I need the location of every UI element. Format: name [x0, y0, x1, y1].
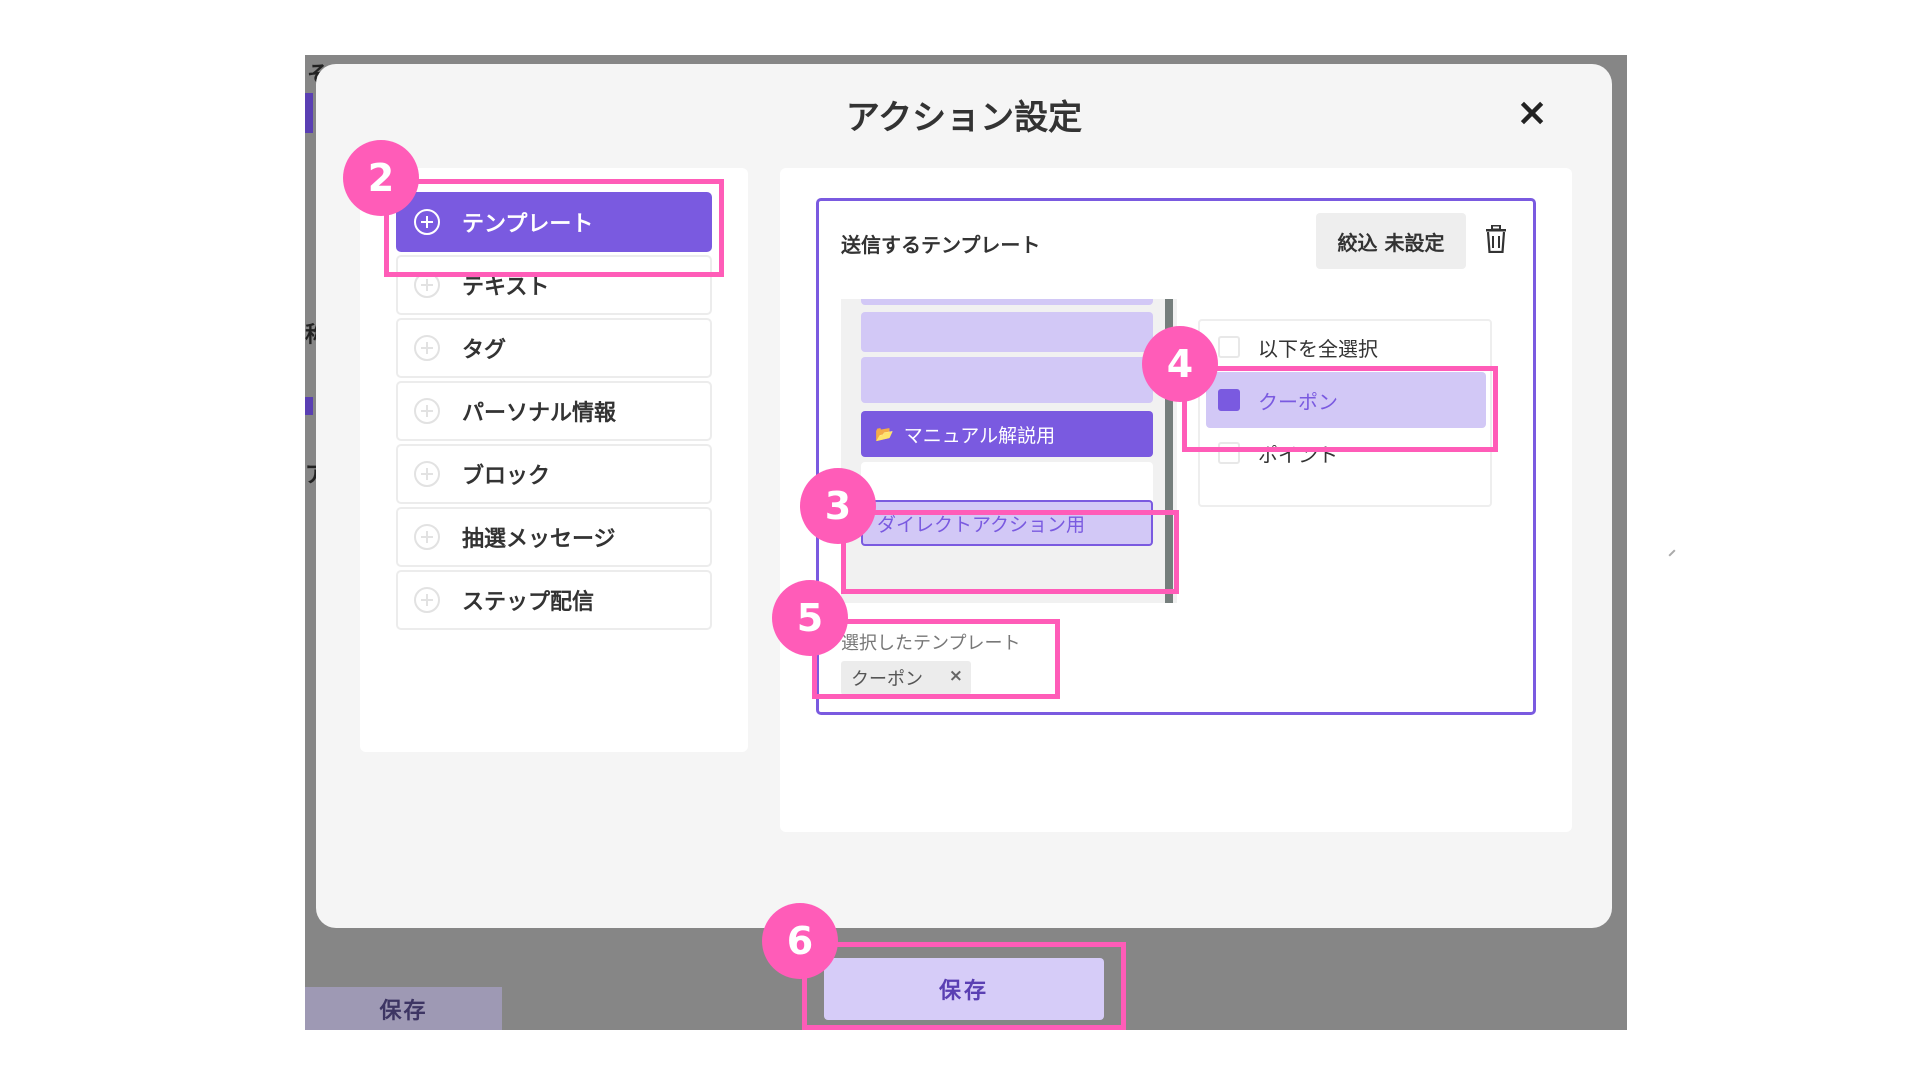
action-type-tag[interactable]: タグ — [396, 318, 712, 378]
action-type-template[interactable]: テンプレート — [396, 192, 712, 252]
template-settings-panel: 送信するテンプレート 絞込 未設定 📂 マニュアル解説用 ダイレクトアクション用… — [780, 168, 1572, 832]
template-option-point[interactable]: ポイント — [1206, 425, 1486, 481]
checkbox[interactable] — [1218, 442, 1240, 464]
plus-circle-icon — [414, 587, 440, 613]
folder-open-icon: 📂 — [875, 425, 894, 443]
template-option-column: 以下を全選択 クーポン ポイント — [1178, 299, 1514, 603]
save-button[interactable]: 保存 — [824, 958, 1104, 1020]
selected-template-chip: クーポン × — [841, 661, 971, 695]
checkbox[interactable] — [1218, 336, 1240, 358]
template-section-title: 送信するテンプレート — [841, 233, 1041, 257]
template-option-list: 以下を全選択 クーポン ポイント — [1198, 319, 1492, 507]
folder-item-label: ダイレクトアクション用 — [877, 513, 1086, 536]
checkbox[interactable] — [1218, 389, 1240, 411]
plus-circle-icon — [414, 272, 440, 298]
template-selector: 送信するテンプレート 絞込 未設定 📂 マニュアル解説用 ダイレクトアクション用… — [816, 198, 1536, 715]
folder-item[interactable] — [861, 357, 1153, 403]
plus-circle-icon — [414, 524, 440, 550]
background-fragment — [305, 93, 313, 133]
trash-icon[interactable] — [1484, 225, 1508, 253]
background-save-button: 保存 — [305, 987, 502, 1030]
filter-button[interactable]: 絞込 未設定 — [1316, 213, 1466, 269]
step-badge: 6 — [762, 903, 838, 979]
chip-label: クーポン — [851, 669, 923, 690]
action-type-lottery-message[interactable]: 抽選メッセージ — [396, 507, 712, 567]
modal-title: アクション設定 — [845, 98, 1083, 138]
action-type-step-delivery[interactable]: ステップ配信 — [396, 570, 712, 630]
background-fragment — [305, 397, 313, 415]
action-settings-modal: アクション設定 × テンプレート テキスト タグ パーソナル情報 ブロック 抽選… — [316, 64, 1612, 928]
action-type-personal-info[interactable]: パーソナル情報 — [396, 381, 712, 441]
step-badge: 3 — [800, 468, 876, 544]
selected-templates-label: 選択したテンプレート — [841, 633, 1021, 654]
folder-item-label: マニュアル解説用 — [903, 424, 1056, 447]
stray-mark — [1668, 549, 1676, 557]
action-type-label: ステップ配信 — [462, 590, 595, 615]
plus-circle-icon — [414, 335, 440, 361]
close-icon[interactable]: × — [1512, 92, 1552, 132]
action-type-label: タグ — [462, 338, 507, 363]
step-badge: 2 — [343, 140, 419, 216]
remove-icon[interactable]: × — [949, 666, 963, 686]
option-label: 以下を全選択 — [1258, 336, 1378, 361]
plus-circle-icon — [414, 209, 440, 235]
folder-item-manual[interactable]: 📂 マニュアル解説用 — [861, 411, 1153, 457]
action-type-label: パーソナル情報 — [462, 401, 617, 426]
action-type-label: 抽選メッセージ — [462, 527, 616, 552]
action-type-block[interactable]: ブロック — [396, 444, 712, 504]
action-type-label: テンプレート — [462, 212, 594, 237]
folder-item-direct-action[interactable]: ダイレクトアクション用 — [861, 500, 1153, 546]
step-badge: 4 — [1142, 326, 1218, 402]
step-badge: 5 — [772, 580, 848, 656]
template-option-coupon[interactable]: クーポン — [1206, 372, 1486, 428]
plus-circle-icon — [414, 398, 440, 424]
folder-list: 📂 マニュアル解説用 ダイレクトアクション用 — [841, 299, 1177, 603]
folder-item[interactable] — [861, 312, 1153, 352]
plus-circle-icon — [414, 461, 440, 487]
action-type-text[interactable]: テキスト — [396, 255, 712, 315]
folder-item[interactable] — [861, 299, 1153, 305]
select-all-option[interactable]: 以下を全選択 — [1206, 319, 1486, 375]
option-label: ポイント — [1258, 442, 1338, 467]
action-type-label: テキスト — [462, 275, 550, 300]
action-type-list: テンプレート テキスト タグ パーソナル情報 ブロック 抽選メッセージ ステップ… — [360, 168, 748, 752]
action-type-label: ブロック — [462, 464, 551, 489]
option-label: クーポン — [1258, 389, 1338, 414]
